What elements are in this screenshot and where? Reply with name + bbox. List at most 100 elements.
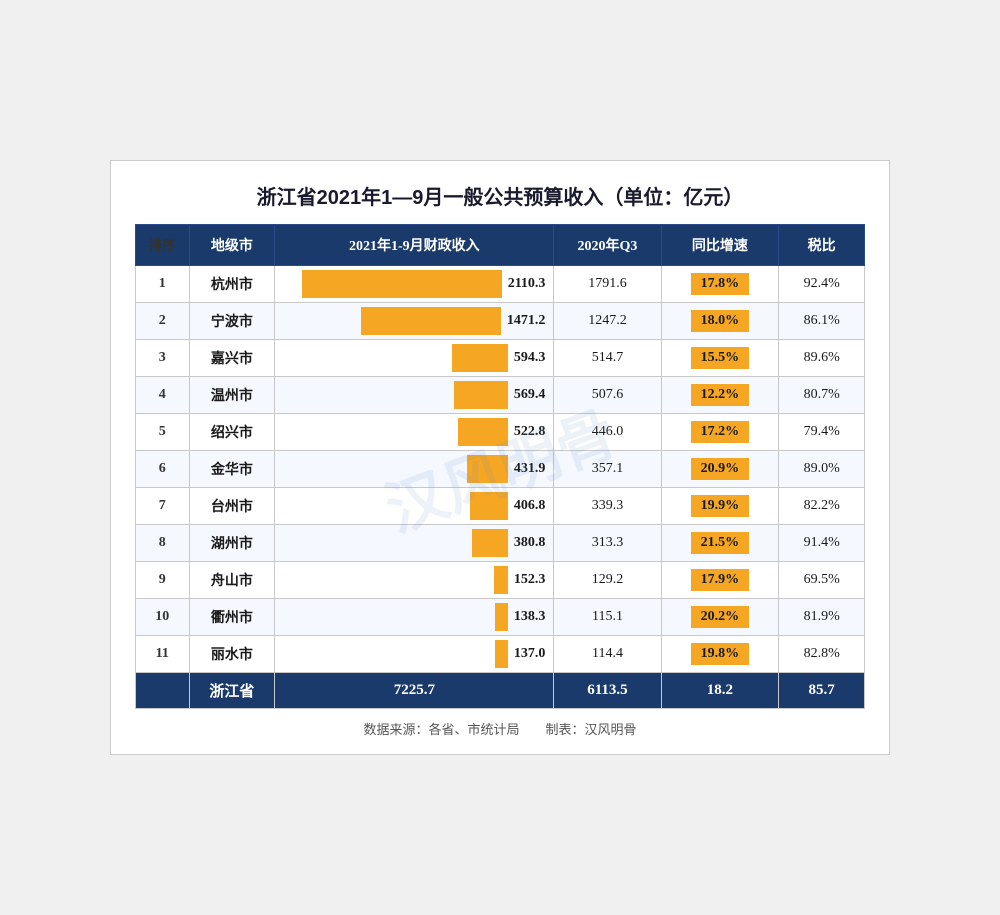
cell-tax: 86.1%: [779, 303, 865, 340]
cell-rank: 10: [136, 599, 190, 636]
cell-revenue2021: 152.3: [275, 562, 554, 599]
cell-rank: 5: [136, 414, 190, 451]
cell-revenue2021: 406.8: [275, 488, 554, 525]
growth-badge: 15.5%: [691, 347, 750, 369]
header-revenue2020: 2020年Q3: [554, 225, 661, 266]
growth-badge: 17.2%: [691, 421, 750, 443]
cell-city: 湖州市: [189, 525, 275, 562]
cell-growth: 19.8%: [661, 636, 779, 673]
revenue-value: 522.8: [514, 424, 546, 440]
cell-rank: 3: [136, 340, 190, 377]
growth-badge: 18.0%: [691, 310, 750, 332]
cell-rank: 11: [136, 636, 190, 673]
cell-city: 金华市: [189, 451, 275, 488]
header-growth: 同比增速: [661, 225, 779, 266]
cell-revenue2021: 522.8: [275, 414, 554, 451]
cell-tax: 82.8%: [779, 636, 865, 673]
cell-revenue2020: 507.6: [554, 377, 661, 414]
cell-rank: 8: [136, 525, 190, 562]
cell-growth: 20.2%: [661, 599, 779, 636]
cell-growth: 21.5%: [661, 525, 779, 562]
revenue-bar: [452, 344, 508, 372]
growth-badge: 20.2%: [691, 606, 750, 628]
revenue-bar: [302, 270, 502, 298]
cell-tax: 89.6%: [779, 340, 865, 377]
total-row: 浙江省7225.76113.518.285.7: [136, 673, 865, 709]
cell-revenue2020: 1791.6: [554, 266, 661, 303]
cell-growth: 19.9%: [661, 488, 779, 525]
revenue-value: 431.9: [514, 461, 546, 477]
cell-revenue2021: 380.8: [275, 525, 554, 562]
cell-tax: 92.4%: [779, 266, 865, 303]
revenue-value: 380.8: [514, 535, 546, 551]
revenue-bar: [467, 455, 508, 483]
cell-city: 衢州市: [189, 599, 275, 636]
cell-growth: 17.2%: [661, 414, 779, 451]
cell-revenue2021: 138.3: [275, 599, 554, 636]
cell-revenue2021: 594.3: [275, 340, 554, 377]
growth-badge: 17.8%: [691, 273, 750, 295]
table-row: 4温州市569.4507.612.2%80.7%: [136, 377, 865, 414]
growth-badge: 17.9%: [691, 569, 750, 591]
cell-revenue2020: 313.3: [554, 525, 661, 562]
growth-badge: 20.9%: [691, 458, 750, 480]
cell-growth: 18.0%: [661, 303, 779, 340]
footer: 数据来源：各省、市统计局 制表：汉风明骨: [135, 719, 865, 738]
footer-source: 数据来源：各省、市统计局: [363, 722, 519, 737]
cell-growth: 12.2%: [661, 377, 779, 414]
revenue-bar: [361, 307, 501, 335]
cell-revenue2021: 431.9: [275, 451, 554, 488]
cell-city: 杭州市: [189, 266, 275, 303]
cell-revenue2020: 357.1: [554, 451, 661, 488]
cell-revenue2021: 2110.3: [275, 266, 554, 303]
total-revenue2021: 7225.7: [275, 673, 554, 709]
revenue-value: 569.4: [514, 387, 546, 403]
cell-revenue2020: 446.0: [554, 414, 661, 451]
header-tax: 税比: [779, 225, 865, 266]
cell-revenue2020: 514.7: [554, 340, 661, 377]
cell-rank: 2: [136, 303, 190, 340]
cell-revenue2021: 1471.2: [275, 303, 554, 340]
footer-maker: 制表：汉风明骨: [546, 722, 637, 737]
cell-revenue2020: 115.1: [554, 599, 661, 636]
table-row: 8湖州市380.8313.321.5%91.4%: [136, 525, 865, 562]
table-row: 5绍兴市 522.8 446.0 17.2% 79.4%: [136, 414, 865, 451]
cell-tax: 79.4%: [779, 414, 865, 451]
cell-city: 嘉兴市: [189, 340, 275, 377]
growth-badge: 19.8%: [691, 643, 750, 665]
cell-tax: 69.5%: [779, 562, 865, 599]
cell-city: 台州市: [189, 488, 275, 525]
total-growth: 18.2: [661, 673, 779, 709]
total-label: 浙江省: [189, 673, 275, 709]
cell-revenue2020: 129.2: [554, 562, 661, 599]
cell-tax: 81.9%: [779, 599, 865, 636]
growth-badge: 12.2%: [691, 384, 750, 406]
header-rank: 排序: [136, 225, 190, 266]
revenue-bar: [494, 566, 508, 594]
table-row: 7台州市406.8339.319.9%82.2%: [136, 488, 865, 525]
revenue-value: 152.3: [514, 572, 546, 588]
cell-city: 温州市: [189, 377, 275, 414]
cell-rank: 6: [136, 451, 190, 488]
header-revenue2021: 2021年1-9月财政收入: [275, 225, 554, 266]
revenue-value: 137.0: [514, 646, 546, 662]
page-title: 浙江省2021年1—9月一般公共预算收入（单位：亿元）: [135, 181, 865, 210]
revenue-value: 2110.3: [508, 276, 546, 292]
table-row: 2宁波市1471.21247.218.0%86.1%: [136, 303, 865, 340]
growth-badge: 21.5%: [691, 532, 750, 554]
cell-tax: 89.0%: [779, 451, 865, 488]
total-rank: [136, 673, 190, 709]
total-revenue2020: 6113.5: [554, 673, 661, 709]
cell-city: 绍兴市: [189, 414, 275, 451]
cell-rank: 4: [136, 377, 190, 414]
revenue-value: 594.3: [514, 350, 546, 366]
revenue-bar: [454, 381, 508, 409]
revenue-bar: [495, 640, 508, 668]
cell-revenue2021: 137.0: [275, 636, 554, 673]
cell-city: 舟山市: [189, 562, 275, 599]
cell-city: 丽水市: [189, 636, 275, 673]
main-card: 浙江省2021年1—9月一般公共预算收入（单位：亿元） 汉风明骨 排序 地级市 …: [110, 160, 890, 755]
cell-growth: 17.9%: [661, 562, 779, 599]
revenue-bar: [458, 418, 508, 446]
cell-revenue2020: 114.4: [554, 636, 661, 673]
